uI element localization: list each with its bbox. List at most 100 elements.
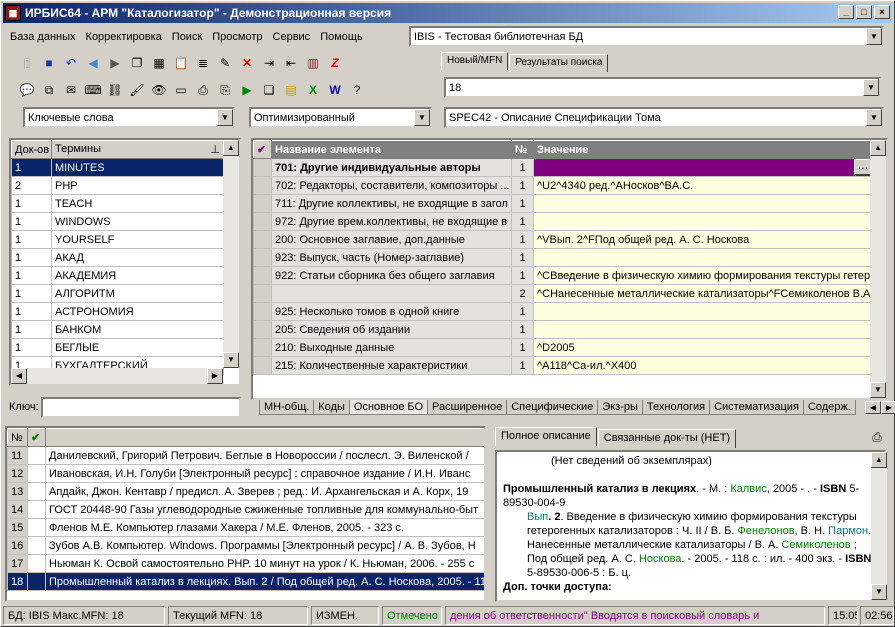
field-name-cell[interactable]: 922: Статьи сборника без общего заглавия	[271, 266, 512, 285]
worksheet-select[interactable]: SPEC42 - Описание Спецификации Тома ▼	[444, 107, 884, 128]
close-button[interactable]: ×	[874, 5, 890, 19]
result-desc-cell[interactable]: Апдайк, Джон. Кентавр / предисл. А. Звер…	[45, 482, 484, 501]
printer-icon[interactable]: ⎙	[867, 427, 887, 447]
result-desc-cell[interactable]: Фленов М.Е. Компьютер глазами Хакера / М…	[45, 518, 484, 537]
field-name-cell[interactable]: 210: Выходные данные	[271, 338, 512, 357]
forward-arrow-icon[interactable]: ▶	[105, 53, 125, 73]
save-icon[interactable]: ■	[39, 53, 59, 73]
dict-row[interactable]: 1 АЛГОРИТМ	[11, 284, 224, 303]
desc-author-link[interactable]: Семиколенов	[781, 539, 850, 551]
dict-header-count[interactable]: Док-ов	[11, 140, 52, 159]
worksheet-tab[interactable]: Специфические	[506, 400, 599, 415]
scroll-down-icon[interactable]: ▼	[223, 352, 239, 368]
result-check-cell[interactable]	[27, 500, 46, 519]
field-row[interactable]: 701: Другие индивидуальные авторы 1…	[253, 158, 873, 177]
field-occurrence-cell[interactable]: 1	[511, 338, 534, 357]
menu-edit[interactable]: Корректировка	[81, 31, 167, 43]
help-icon[interactable]: ?	[347, 80, 367, 100]
chevron-down-icon[interactable]: ▼	[866, 28, 882, 45]
dict-term-cell[interactable]: WINDOWS	[51, 212, 224, 231]
result-row[interactable]: 11 Данилевский, Григорий Петрович. Беглые…	[7, 446, 484, 465]
clone-icon[interactable]: ⧉	[39, 80, 59, 100]
search-mode-select[interactable]: Ключевые слова ▼	[23, 107, 235, 128]
chevron-down-icon[interactable]: ▼	[414, 109, 430, 126]
docs-icon[interactable]: ❏	[259, 80, 279, 100]
field-occurrence-cell[interactable]: 1	[511, 356, 534, 375]
dict-vscrollbar[interactable]: ▲ ▼	[223, 140, 239, 368]
field-name-cell[interactable]: 923: Выпуск, часть (Номер-заглавие)	[271, 248, 512, 267]
delete-icon[interactable]: ✕	[237, 53, 257, 73]
result-desc-cell[interactable]: Промышленный катализ в лекциях. Вып. 2 /…	[45, 572, 484, 591]
result-check-cell[interactable]	[27, 446, 46, 465]
grid-icon[interactable]: ▦	[149, 53, 169, 73]
dict-term-cell[interactable]: АКАДЕМИЯ	[51, 266, 224, 285]
field-occurrence-cell[interactable]: 1	[511, 212, 534, 231]
field-name-cell[interactable]: 701: Другие индивидуальные авторы	[271, 158, 512, 177]
result-desc-cell[interactable]: ГОСТ 20448-90 Газы углеводородные сжижен…	[45, 500, 484, 519]
new-doc-icon[interactable]: ▯	[17, 53, 37, 73]
maximize-button[interactable]: □	[856, 5, 872, 19]
field-value-cell[interactable]: ^VВып. 2^FПод общей ред. А. С. Носкова	[533, 230, 873, 249]
result-row[interactable]: 12 Ивановская, И.Н. Голуби [Электронный р…	[7, 464, 484, 483]
dict-term-cell[interactable]: БАНКОМ	[51, 320, 224, 339]
worksheet-tab[interactable]: Расширенное	[427, 400, 508, 415]
result-desc-cell[interactable]: Ивановская, И.Н. Голуби [Электронный рес…	[45, 464, 484, 483]
result-row[interactable]: 15 Фленов М.Е. Компьютер глазами Хакера /…	[7, 518, 484, 537]
dict-hscrollbar[interactable]: ◀ ▶	[11, 368, 223, 384]
dict-count-cell[interactable]: 1	[11, 320, 52, 339]
result-row[interactable]: 13 Апдайк, Джон. Кентавр / предисл. А. Зв…	[7, 482, 484, 501]
tab-search-results[interactable]: Результаты поиска	[509, 54, 609, 72]
field-value-cell[interactable]	[533, 194, 873, 213]
open-folder-icon[interactable]: ▤	[281, 80, 301, 100]
result-row[interactable]: 18 Промышленный катализ в лекциях. Вып. 2…	[7, 572, 484, 591]
dict-term-cell[interactable]: MINUTES	[51, 158, 224, 177]
result-num-cell[interactable]: 15	[7, 518, 28, 537]
result-num-cell[interactable]: 16	[7, 536, 28, 555]
field-row[interactable]: 922: Статьи сборника без общего заглавия…	[253, 266, 873, 285]
field-occurrence-cell[interactable]: 1	[511, 302, 534, 321]
results-header-num[interactable]: №	[7, 428, 28, 447]
check-icon[interactable]: ✔	[253, 140, 272, 159]
result-row[interactable]: 16 Зубов А.В. Компьютер. Windows. Програм…	[7, 536, 484, 555]
field-occurrence-cell[interactable]: 1	[511, 320, 534, 339]
result-check-cell[interactable]	[27, 464, 46, 483]
fields-header-num[interactable]: №	[511, 140, 534, 159]
dict-count-cell[interactable]: 1	[11, 284, 52, 303]
chevron-down-icon[interactable]: ▼	[863, 79, 879, 96]
field-name-cell[interactable]: 205: Сведения об издании	[271, 320, 512, 339]
list-icon[interactable]: ≣	[193, 53, 213, 73]
field-row[interactable]: 972: Другие врем.коллективы, не входящие…	[253, 212, 873, 231]
desc-vscrollbar[interactable]: ▲ ▼	[871, 452, 887, 600]
scroll-right-icon[interactable]: ▶	[881, 401, 895, 414]
dict-count-cell[interactable]: 1	[11, 194, 52, 213]
dict-row[interactable]: 1 YOURSELF	[11, 230, 224, 249]
scroll-down-icon[interactable]: ▼	[870, 382, 886, 398]
dict-term-cell[interactable]: PHP	[51, 176, 224, 195]
scroll-right-icon[interactable]: ▶	[207, 368, 223, 384]
export-icon[interactable]: ⇥	[259, 53, 279, 73]
dict-row[interactable]: 1 БЕГЛЫЕ	[11, 338, 224, 357]
tab-related-docs[interactable]: Связанные док-ты (НЕТ)	[597, 429, 737, 448]
fields-vscrollbar[interactable]: ▲ ▼	[870, 140, 886, 398]
worksheet-tab[interactable]: Систематизация	[709, 400, 804, 415]
field-value-cell[interactable]	[533, 248, 873, 267]
result-check-cell[interactable]	[27, 572, 46, 591]
z-icon[interactable]: Z	[325, 53, 345, 73]
dict-term-cell[interactable]: АКАД	[51, 248, 224, 267]
dict-count-cell[interactable]: 1	[11, 266, 52, 285]
field-row[interactable]: 711: Другие коллективы, не входящие в за…	[253, 194, 873, 213]
field-name-cell[interactable]: 200: Основное заглавие, доп.данные	[271, 230, 512, 249]
dict-count-cell[interactable]: 2	[11, 176, 52, 195]
result-check-cell[interactable]	[27, 554, 46, 573]
tab-new-mfn[interactable]: Новый/MFN	[441, 52, 509, 70]
folder-icon[interactable]: ▭	[171, 80, 191, 100]
worksheet-tab[interactable]: Содерж.	[802, 400, 856, 415]
chat-icon[interactable]: 💬	[17, 80, 37, 100]
field-occurrence-cell[interactable]: 1	[511, 176, 534, 195]
result-check-cell[interactable]	[27, 536, 46, 555]
field-value-cell[interactable]: ^CНанесенные металлические катализаторы^…	[533, 284, 873, 303]
result-num-cell[interactable]: 14	[7, 500, 28, 519]
result-num-cell[interactable]: 11	[7, 446, 28, 465]
result-check-cell[interactable]	[27, 518, 46, 537]
menu-search[interactable]: Поиск	[167, 31, 207, 43]
